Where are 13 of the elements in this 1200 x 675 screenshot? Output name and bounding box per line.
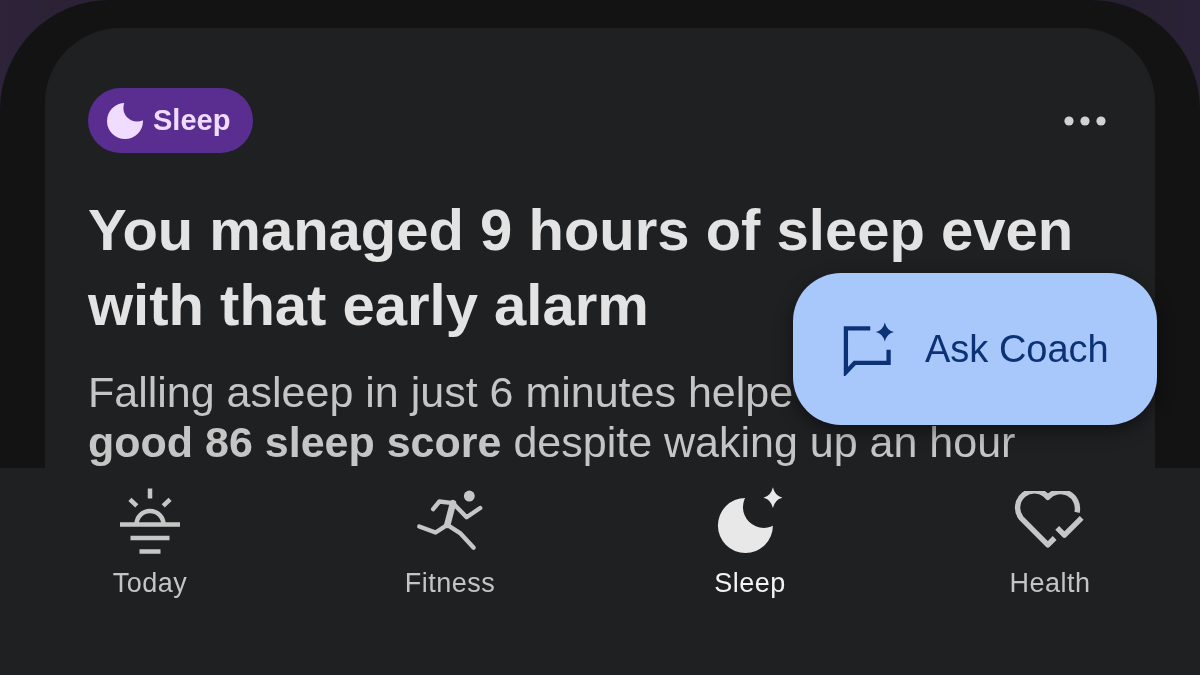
moon-icon bbox=[107, 102, 143, 139]
nav-tab[interactable]: Fitness bbox=[300, 468, 600, 675]
nav-tab[interactable]: Today bbox=[0, 468, 300, 675]
more-icon bbox=[1064, 115, 1106, 126]
moon-sparkle-icon bbox=[717, 486, 783, 554]
chat-sparkle-icon bbox=[842, 322, 895, 376]
nav-tab[interactable]: Sleep bbox=[600, 468, 900, 675]
category-label: Sleep bbox=[153, 106, 231, 135]
heart-check-icon bbox=[1014, 491, 1086, 549]
nav-tab[interactable]: Health bbox=[900, 468, 1200, 675]
running-person-icon bbox=[416, 489, 484, 551]
sunrise-icon bbox=[117, 486, 183, 554]
ask-coach-button[interactable]: Ask Coach bbox=[793, 273, 1157, 425]
